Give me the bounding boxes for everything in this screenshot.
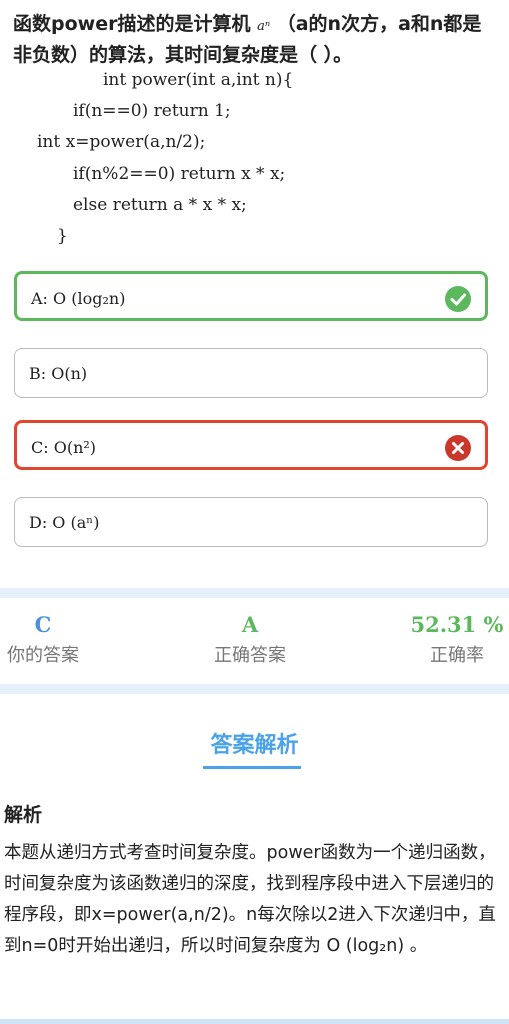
- option-c-label: C: O(n²): [31, 438, 97, 457]
- close-icon: [445, 435, 471, 461]
- your-answer-label: 你的答案: [7, 645, 79, 666]
- explanation-body: 本题从递归方式考查时间复杂度。power函数为一个递归函数，时间复杂度为该函数递…: [4, 843, 496, 956]
- accuracy-label: 正确率: [430, 645, 484, 666]
- option-d-label: D: O (aⁿ): [29, 513, 100, 532]
- code-line: if(n==0) return 1;: [73, 101, 231, 121]
- explanation-heading: 解析: [4, 804, 43, 826]
- bottom-bar: [0, 1019, 509, 1024]
- option-d[interactable]: D: O (aⁿ): [14, 497, 488, 547]
- your-answer-stat: C 你的答案: [0, 612, 113, 667]
- question-text: 函数power描述的是计算机 aⁿ （a的n次方，a和n都是非负数）的算法，其时…: [13, 10, 497, 69]
- code-line: if(n%2==0) return x * x;: [73, 164, 286, 184]
- code-line: int power(int a,int n){: [103, 70, 294, 90]
- option-c[interactable]: C: O(n²): [14, 420, 488, 470]
- your-answer-value: C: [34, 612, 52, 637]
- tab-answer-analysis[interactable]: 答案解析: [0, 727, 509, 759]
- accuracy-value: 52.31 %: [410, 612, 504, 637]
- option-a[interactable]: A: O (log₂n): [14, 271, 488, 321]
- option-a-label: A: O (log₂n): [31, 289, 126, 308]
- correct-answer-label: 正确答案: [214, 645, 286, 666]
- code-line: }: [57, 226, 68, 246]
- code-line: else return a * x * x;: [73, 195, 247, 215]
- code-line: int x=power(a,n/2);: [37, 132, 206, 152]
- divider: [0, 588, 509, 598]
- correct-answer-stat: A 正确答案: [180, 612, 320, 667]
- tab-underline: [203, 766, 301, 769]
- option-b[interactable]: B: O(n): [14, 348, 488, 398]
- option-b-label: B: O(n): [29, 364, 88, 383]
- question-part1: 函数power描述的是计算机: [13, 13, 258, 35]
- divider: [0, 684, 509, 694]
- correct-answer-value: A: [241, 612, 259, 637]
- accuracy-stat: 52.31 % 正确率: [387, 612, 509, 667]
- question-math: aⁿ: [257, 19, 271, 34]
- check-icon: [445, 286, 471, 312]
